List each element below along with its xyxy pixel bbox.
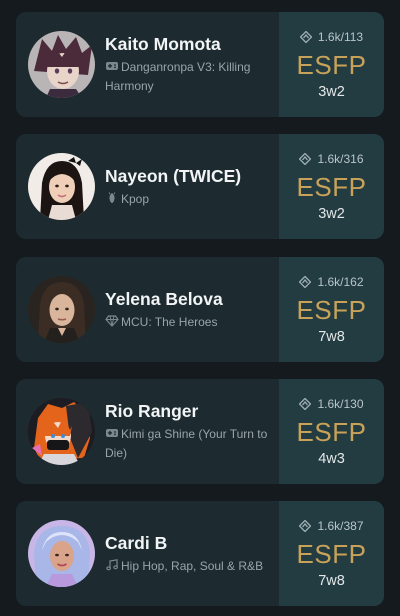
- vote-count: 1.6k/162: [299, 274, 364, 290]
- vote-icon: [299, 275, 312, 288]
- profile-list: Kaito Momota Danganronpa V3: Killing Har…: [0, 0, 400, 616]
- music-note-icon: [105, 558, 119, 571]
- type-panel[interactable]: 1.6k/162 ESFP 7w8: [279, 257, 384, 362]
- enneagram-type: 4w3: [318, 450, 345, 467]
- vote-text: 1.6k/130: [317, 396, 364, 411]
- enneagram-type: 7w8: [318, 572, 345, 589]
- avatar[interactable]: [28, 153, 95, 220]
- vote-count: 1.6k/130: [299, 396, 364, 412]
- vote-text: 1.6k/162: [317, 274, 364, 289]
- source-line[interactable]: Danganronpa V3: Killing Harmony: [105, 58, 273, 96]
- profile-card[interactable]: Nayeon (TWICE) Kpop 1.6k/316 ESFP 3w2: [16, 134, 384, 239]
- mbti-type: ESFP: [296, 49, 367, 80]
- mbti-type: ESFP: [296, 416, 367, 447]
- card-main[interactable]: Nayeon (TWICE) Kpop: [16, 134, 279, 239]
- mbti-type: ESFP: [296, 294, 367, 325]
- card-main[interactable]: Yelena Belova MCU: The Heroes: [16, 257, 279, 362]
- source-line[interactable]: Hip Hop, Rap, Soul & R&B: [105, 557, 263, 576]
- card-main[interactable]: Kaito Momota Danganronpa V3: Killing Har…: [16, 12, 279, 117]
- enneagram-type: 3w2: [318, 83, 345, 100]
- avatar[interactable]: [28, 31, 95, 98]
- vote-icon: [299, 152, 312, 165]
- vote-count: 1.6k/387: [299, 518, 364, 534]
- card-main[interactable]: Cardi B Hip Hop, Rap, Soul & R&B: [16, 501, 279, 606]
- enneagram-type: 7w8: [318, 328, 345, 345]
- vote-text: 1.6k/316: [317, 151, 364, 166]
- type-panel[interactable]: 1.6k/130 ESFP 4w3: [279, 379, 384, 484]
- vote-icon: [299, 30, 312, 43]
- character-name[interactable]: Nayeon (TWICE): [105, 165, 241, 187]
- avatar[interactable]: [28, 276, 95, 343]
- character-name[interactable]: Cardi B: [105, 532, 263, 554]
- source-text: Kimi ga Shine (Your Turn to Die): [105, 427, 268, 460]
- vote-icon: [299, 397, 312, 410]
- source-line[interactable]: MCU: The Heroes: [105, 313, 223, 332]
- type-panel[interactable]: 1.6k/387 ESFP 7w8: [279, 501, 384, 606]
- enneagram-type: 3w2: [318, 205, 345, 222]
- vote-text: 1.6k/387: [317, 518, 364, 533]
- vote-icon: [299, 519, 312, 532]
- mbti-type: ESFP: [296, 171, 367, 202]
- source-text: MCU: The Heroes: [121, 314, 218, 329]
- source-text: Danganronpa V3: Killing Harmony: [105, 60, 251, 93]
- vote-text: 1.6k/113: [317, 29, 364, 44]
- character-name[interactable]: Kaito Momota: [105, 33, 273, 55]
- card-main[interactable]: Rio Ranger Kimi ga Shine (Your Turn to D…: [16, 379, 279, 484]
- source-text: Kpop: [121, 191, 150, 206]
- profile-card[interactable]: Yelena Belova MCU: The Heroes 1.6k/162 E…: [16, 257, 384, 362]
- source-text: Hip Hop, Rap, Soul & R&B: [121, 558, 264, 573]
- avatar[interactable]: [28, 520, 95, 587]
- source-line[interactable]: Kpop: [105, 190, 241, 209]
- gamepad-icon: [105, 60, 119, 72]
- character-name[interactable]: Yelena Belova: [105, 288, 223, 310]
- gamepad-icon: [105, 427, 119, 439]
- mbti-type: ESFP: [296, 538, 367, 569]
- vote-count: 1.6k/113: [299, 29, 364, 45]
- profile-card[interactable]: Cardi B Hip Hop, Rap, Soul & R&B 1.6k/38…: [16, 501, 384, 606]
- source-line[interactable]: Kimi ga Shine (Your Turn to Die): [105, 425, 273, 463]
- profile-card[interactable]: Rio Ranger Kimi ga Shine (Your Turn to D…: [16, 379, 384, 484]
- character-name[interactable]: Rio Ranger: [105, 400, 273, 422]
- gem-icon: [105, 314, 119, 327]
- type-panel[interactable]: 1.6k/316 ESFP 3w2: [279, 134, 384, 239]
- kpop-icon: [105, 191, 119, 204]
- avatar[interactable]: [28, 398, 95, 465]
- profile-card[interactable]: Kaito Momota Danganronpa V3: Killing Har…: [16, 12, 384, 117]
- vote-count: 1.6k/316: [299, 151, 364, 167]
- type-panel[interactable]: 1.6k/113 ESFP 3w2: [279, 12, 384, 117]
